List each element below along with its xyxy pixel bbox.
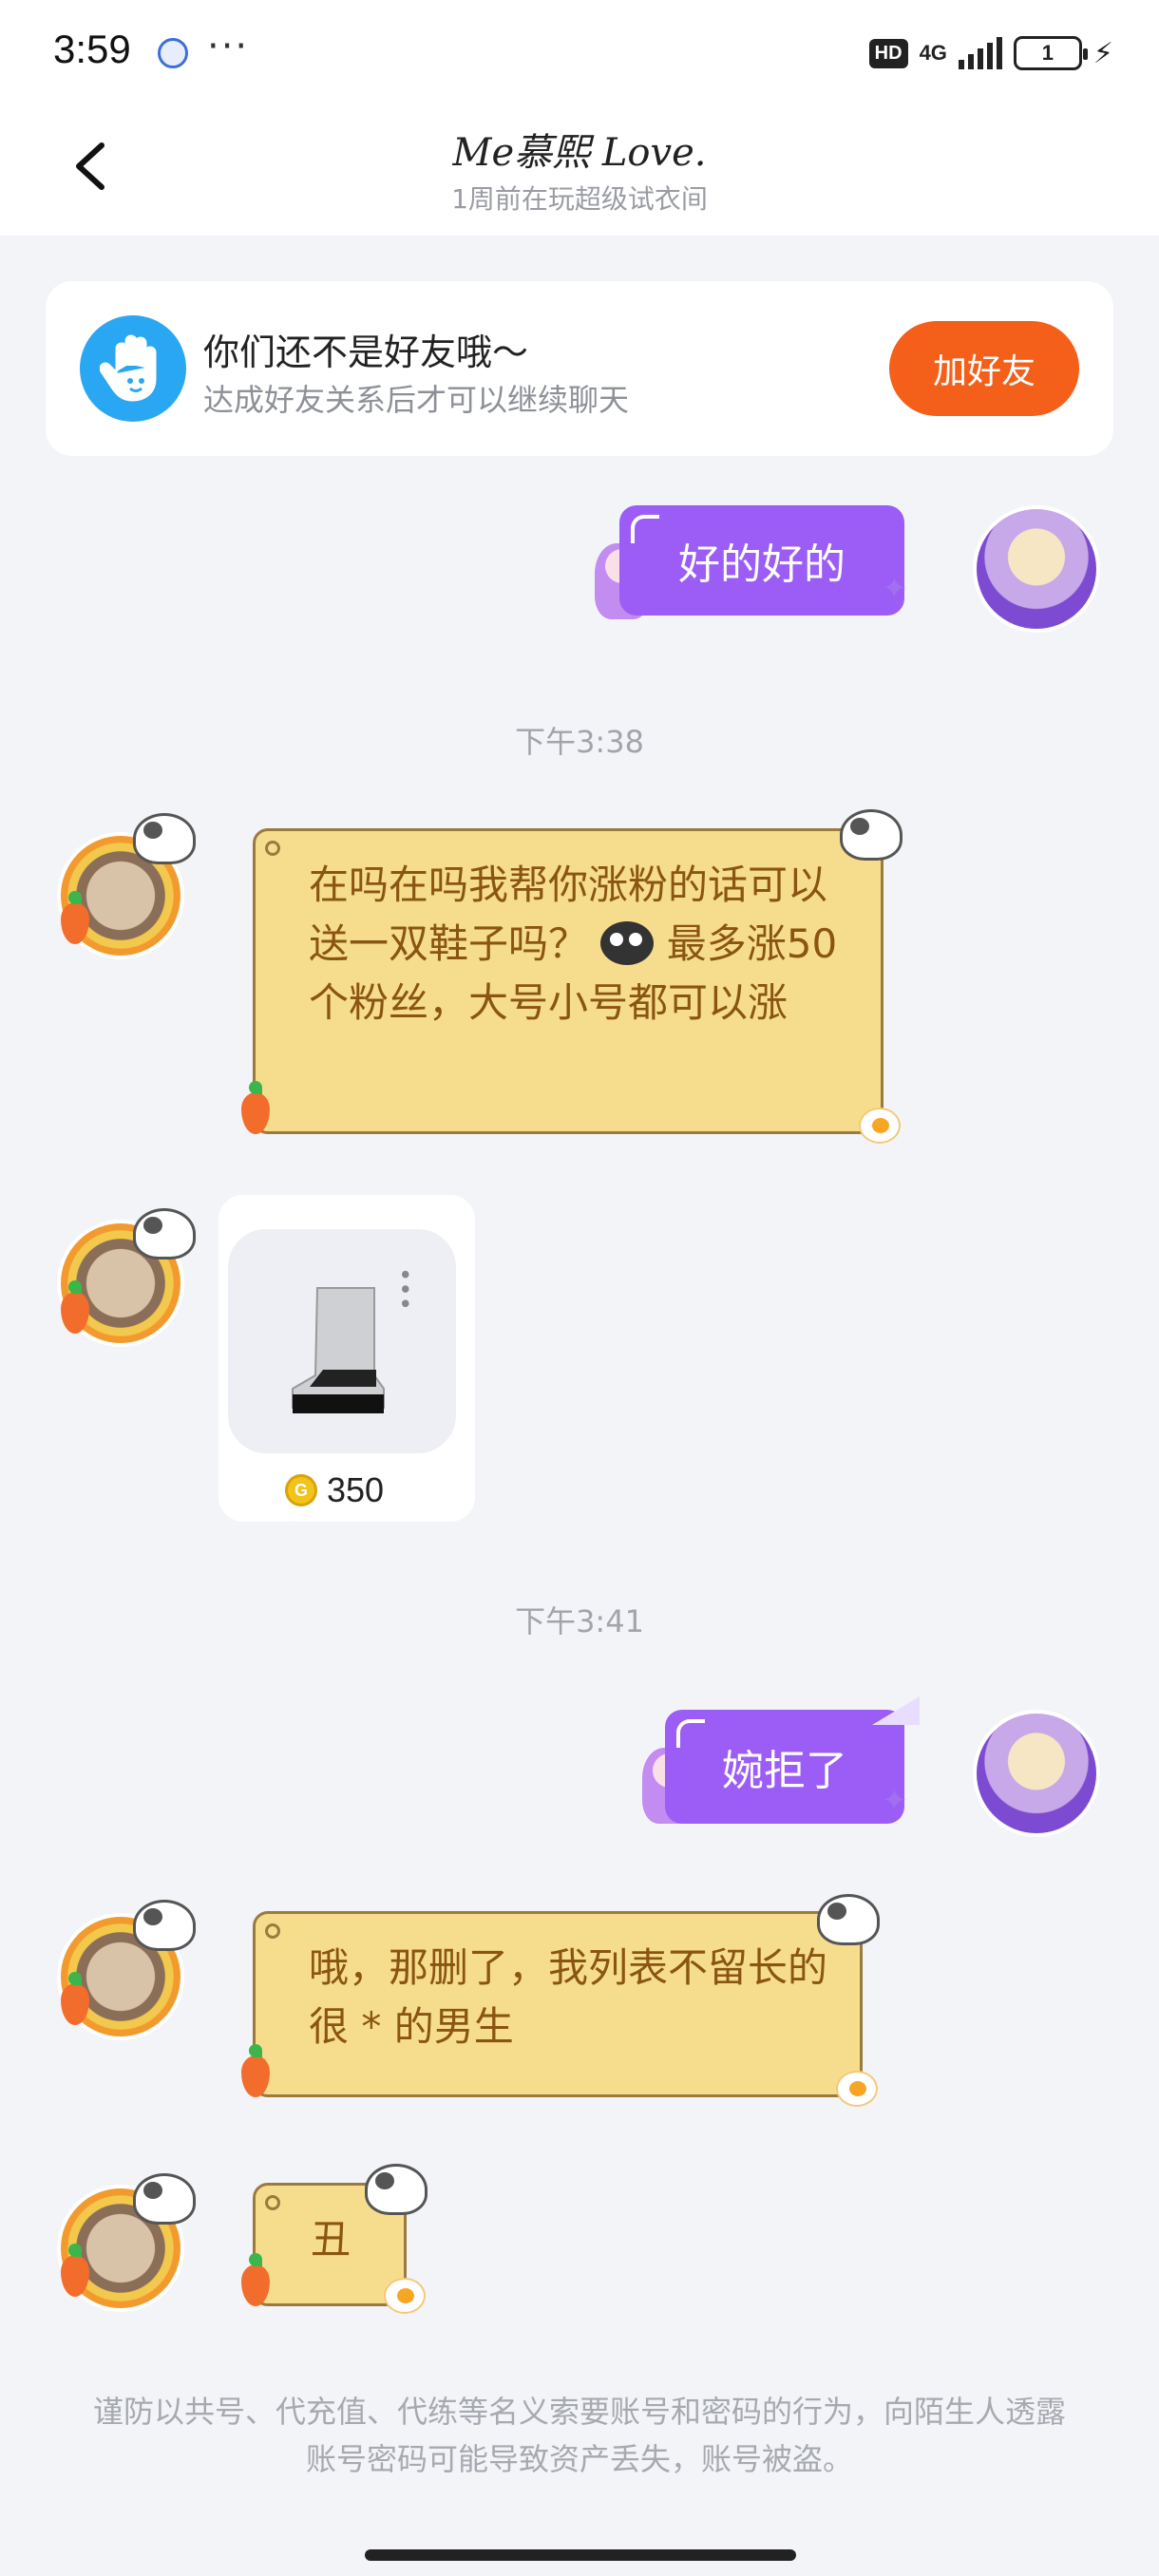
friend-banner: 你们还不是好友哦～ 达成好友关系后才可以继续聊天 加好友: [46, 281, 1113, 456]
message-bubble-self[interactable]: 婉拒了: [665, 1710, 904, 1824]
more-icon[interactable]: •••: [390, 1267, 418, 1311]
cat-sticker-icon: [840, 809, 902, 861]
avatar-self[interactable]: [973, 1710, 1100, 1837]
cat-sticker-icon: [133, 2173, 196, 2225]
egg-icon: [384, 2278, 426, 2314]
battery-icon: 1: [1013, 36, 1088, 70]
message-text: 丑: [311, 2216, 352, 2263]
status-time: 3:59: [53, 27, 131, 71]
message-bubble-other[interactable]: 在吗在吗我帮你涨粉的话可以送一双鞋子吗？ 最多涨50个粉丝，大号小号都可以涨: [253, 828, 884, 1134]
sparkle-icon: ✦: [882, 1782, 907, 1818]
add-friend-button[interactable]: 加好友: [889, 321, 1079, 416]
message-text: 婉拒了: [722, 1747, 847, 1795]
sparkle-icon: ✦: [882, 570, 907, 606]
gift-thumbnail: •••: [228, 1229, 456, 1453]
status-indicators: HD 4G 1 ⚡: [868, 32, 1113, 74]
charging-icon: ⚡: [1092, 36, 1113, 70]
cat-sticker-icon: [133, 1900, 196, 1951]
paper-plane-icon: [872, 1696, 920, 1725]
timestamp: 下午3:38: [515, 724, 644, 760]
message-text: 哦，那删了，我列表不留长的很 * 的男生: [309, 1944, 828, 2050]
chat-subtitle: 1周前在玩超级试衣间: [451, 183, 708, 215]
gift-price: G 350: [285, 1470, 384, 1510]
cat-sticker-icon: [133, 1208, 196, 1260]
pin-icon: [265, 841, 280, 856]
gift-price-value: 350: [327, 1470, 385, 1509]
avatar-self[interactable]: [973, 505, 1100, 633]
chat-title[interactable]: Me慕熙 Love.: [0, 122, 1159, 177]
timestamp: 下午3:41: [515, 1603, 644, 1639]
gift-card[interactable]: ••• G 350: [218, 1195, 475, 1522]
safety-notice: 谨防以共号、代充值、代练等名义索要账号和密码的行为，向陌生人透露账号密码可能导致…: [92, 2394, 1066, 2477]
banner-subtitle: 达成好友关系后才可以继续聊天: [203, 382, 630, 418]
coin-icon: G: [285, 1474, 317, 1506]
hand-icon: [80, 315, 186, 422]
app-notification-icon: [158, 38, 188, 68]
egg-icon: [859, 1108, 901, 1144]
chat-header: Me慕熙 Love. 1周前在玩超级试衣间: [0, 104, 1159, 236]
home-indicator[interactable]: [365, 2549, 796, 2561]
cat-sticker-icon: [365, 2164, 428, 2215]
boots-image: [292, 1287, 385, 1413]
network-label: 4G: [919, 41, 947, 65]
pin-icon: [265, 1923, 280, 1939]
message-text: 好的好的: [678, 540, 846, 589]
cat-sticker-icon: [133, 813, 196, 864]
egg-icon: [836, 2071, 878, 2107]
status-bar: 3:59 ··· HD 4G 1 ⚡: [0, 0, 1159, 104]
more-notifications-icon: ···: [207, 25, 250, 68]
message-bubble-self[interactable]: 好的好的: [619, 505, 904, 616]
pin-icon: [265, 2195, 280, 2210]
signal-icon: [958, 37, 1002, 69]
black-face-emoji-icon: [600, 921, 655, 965]
hd-badge: HD: [868, 38, 908, 68]
banner-title: 你们还不是好友哦～: [203, 331, 529, 373]
cat-sticker-icon: [817, 1894, 880, 1945]
message-bubble-other[interactable]: 哦，那删了，我列表不留长的很 * 的男生: [253, 1911, 863, 2097]
